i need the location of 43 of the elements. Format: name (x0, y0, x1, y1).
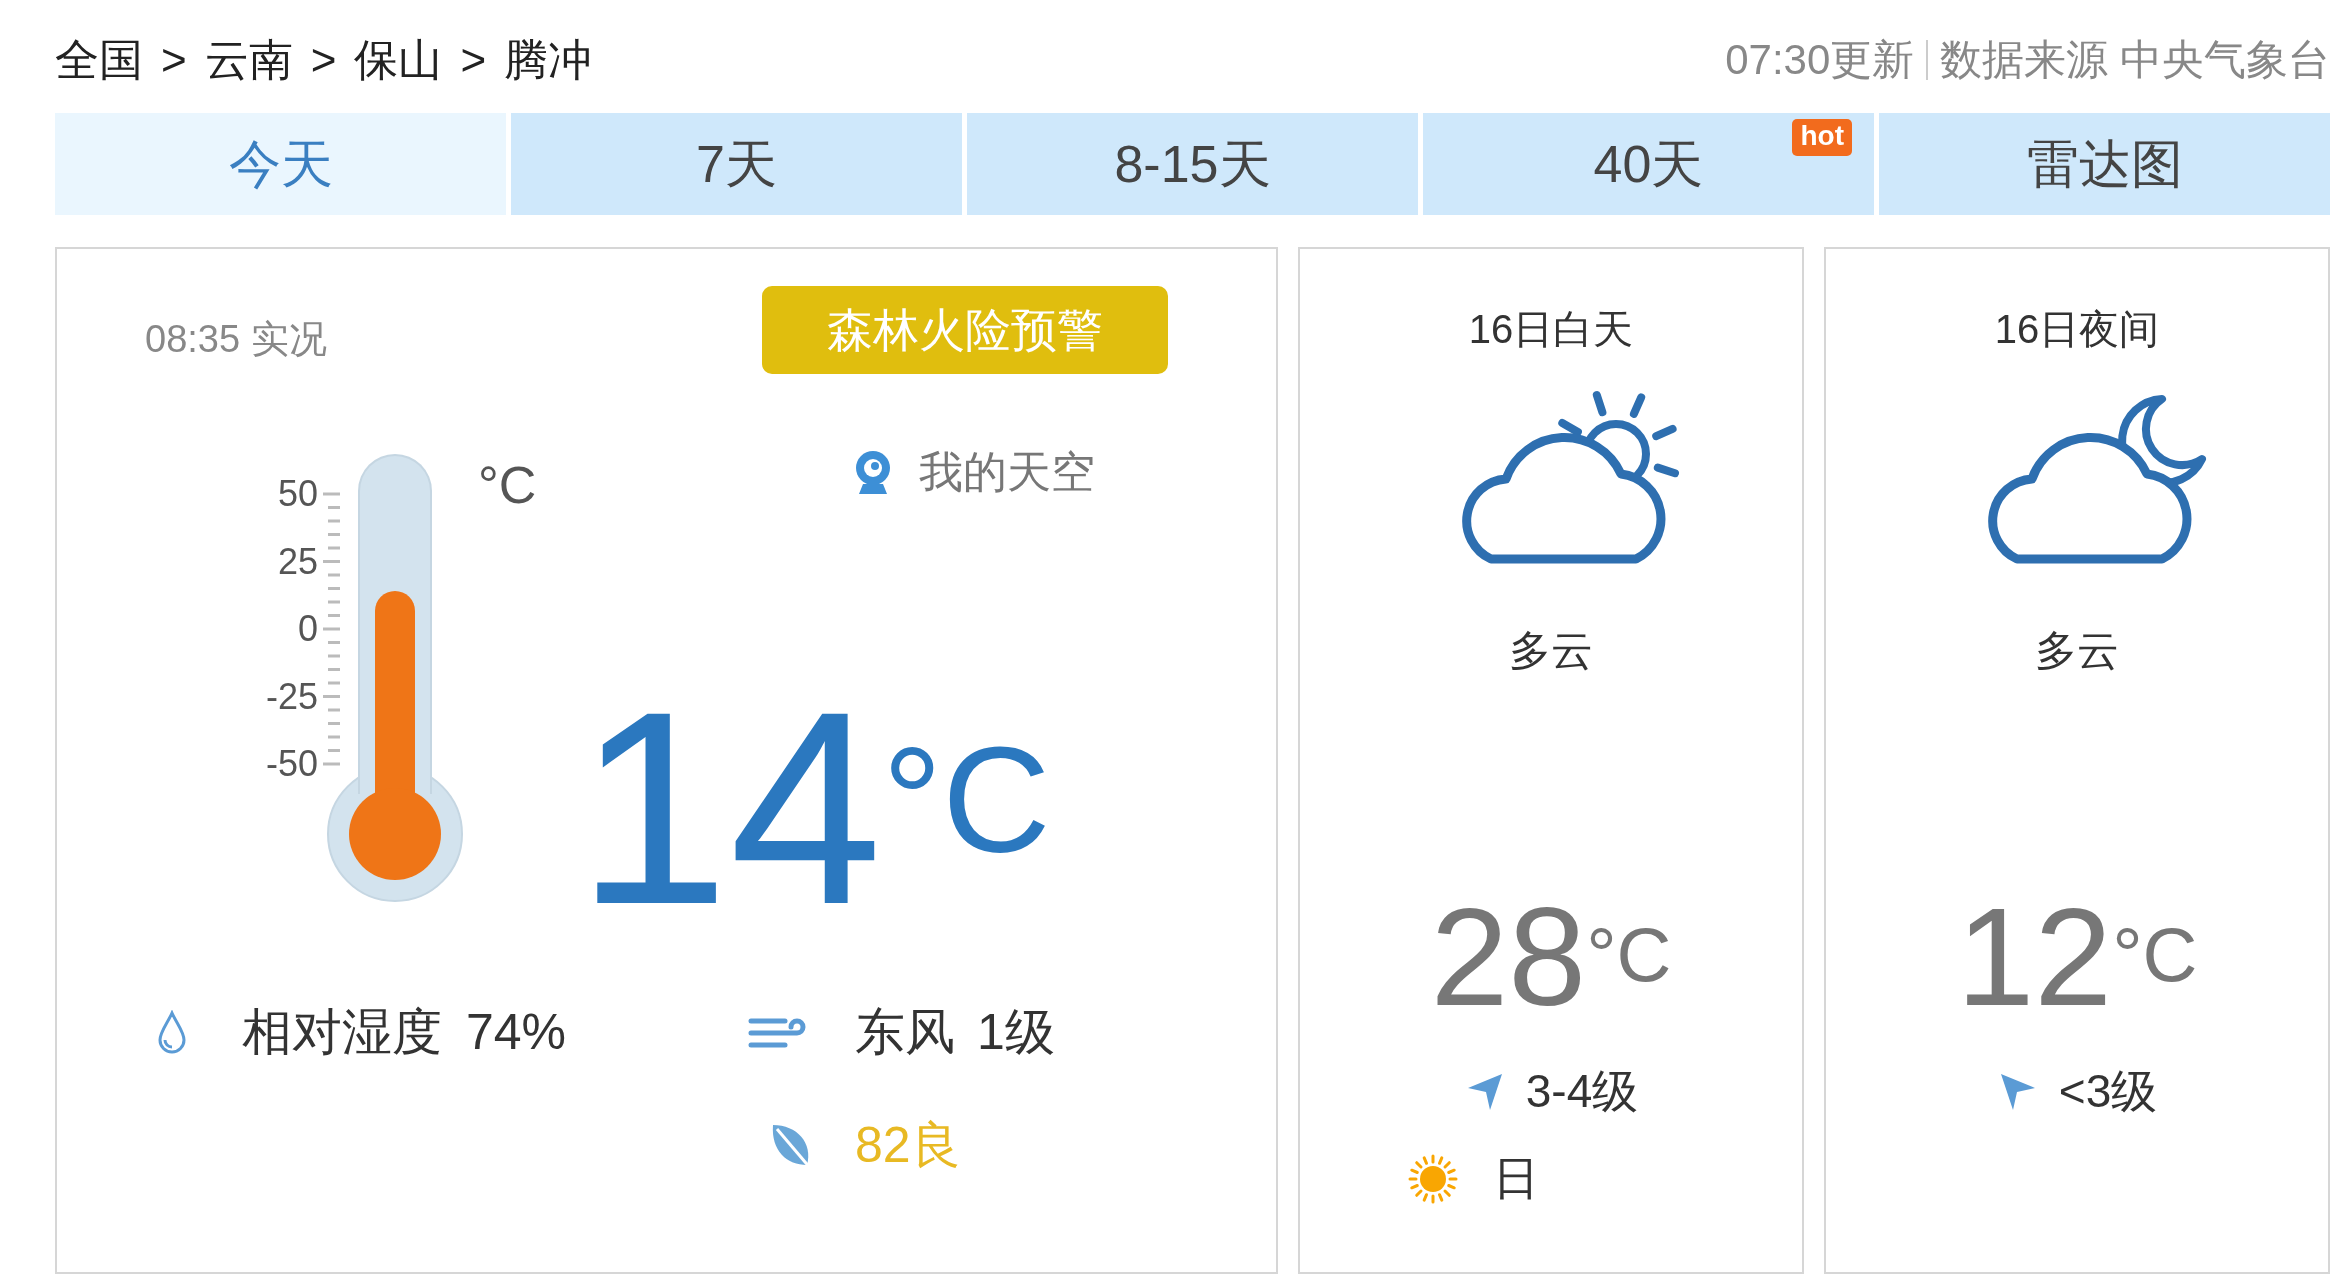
forecast-temperature: 12 (1956, 887, 2113, 1027)
temperature-unit: °C (1586, 917, 1672, 993)
scale-label: 25 (277, 541, 318, 582)
tab[interactable]: 雷达图 (1879, 113, 2330, 215)
observation-time: 08:35 实况 (145, 317, 327, 362)
wind-level: <3级 (2058, 1064, 2158, 1119)
breadcrumb-link[interactable]: 全国 (55, 37, 143, 82)
air-quality: 82良 (855, 1116, 961, 1175)
scale-label: 50 (277, 474, 318, 514)
breadcrumb-link[interactable]: 保山 (354, 37, 443, 82)
scale-label: -25 (265, 676, 318, 717)
humidity-value: 74% (466, 1003, 567, 1062)
update-time: 07:30更新 (1725, 35, 1915, 85)
tab[interactable]: 7天 (511, 113, 962, 215)
weather-condition: 多云 (1509, 626, 1593, 676)
breadcrumb-separator: > (310, 37, 337, 82)
water-drop-icon (157, 1010, 187, 1055)
breadcrumb-link[interactable]: 云南 (204, 37, 293, 82)
breadcrumb-current[interactable]: 腾冲 (504, 37, 593, 82)
wind-force: 1级 (977, 1003, 1055, 1062)
current-temperature: 14 (576, 670, 883, 945)
humidity-label: 相对湿度 (242, 1003, 442, 1062)
hot-badge: hot (1792, 119, 1852, 156)
breadcrumb-separator: > (460, 37, 487, 82)
tab[interactable]: 8-15天 (967, 113, 1418, 215)
data-source: 数据来源 中央气象台 (1940, 35, 2330, 85)
scale-label: 0 (297, 609, 318, 649)
scale-label: -50 (265, 744, 318, 784)
tab[interactable]: 40天 hot (1423, 113, 1874, 215)
weather-condition: 多云 (2035, 626, 2119, 676)
forecast-period: 16日夜间 (1994, 306, 2160, 353)
temperature-unit: °C (882, 725, 1051, 875)
sun-icon (1408, 1153, 1458, 1204)
breadcrumb-separator: > (161, 37, 187, 82)
scale-unit: °C (478, 459, 537, 511)
sky-link[interactable]: 我的天空 (919, 439, 1096, 505)
forecast-period: 16日白天 (1468, 306, 1634, 353)
wind-level: 3-4级 (1525, 1064, 1639, 1119)
tab[interactable]: 今天 (55, 113, 506, 215)
sunrise-label: 日 (1493, 1151, 1539, 1206)
forecast-temperature: 28 (1430, 887, 1587, 1027)
temperature-unit: °C (2112, 917, 2198, 993)
wind-direction: 东风 (855, 1003, 955, 1062)
